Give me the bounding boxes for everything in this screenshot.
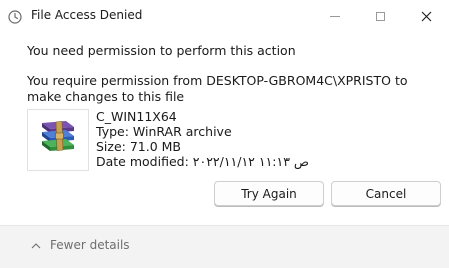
file-details: C_WIN11X64 Type: WinRAR archive Size: 71… <box>96 109 309 169</box>
dialog-body: You need permission to perform this acti… <box>0 32 449 225</box>
fewer-details-label: Fewer details <box>50 238 130 252</box>
file-name: C_WIN11X64 <box>96 109 177 124</box>
file-type: Type: WinRAR archive <box>96 124 232 139</box>
dialog-message: You require permission from DESKTOP-GBRO… <box>27 73 408 104</box>
dialog-headline: You need permission to perform this acti… <box>27 43 296 58</box>
clock-icon <box>8 9 22 24</box>
close-button[interactable] <box>403 0 449 32</box>
maximize-icon <box>375 11 385 21</box>
file-date-modified: Date modified: ۲۰۲۲/۱۱/۱۲ ص ۱۱:۱۳ <box>96 154 310 169</box>
file-thumbnail <box>27 109 89 171</box>
minimize-button[interactable] <box>312 0 358 32</box>
chevron-up-icon <box>31 238 50 252</box>
minimize-icon <box>330 15 340 17</box>
try-again-button[interactable]: Try Again <box>214 181 324 206</box>
file-size: Size: 71.0 MB <box>96 139 182 154</box>
dialog-footer: Fewer details <box>0 225 449 268</box>
window-title: File Access Denied <box>31 8 143 22</box>
cancel-button[interactable]: Cancel <box>331 181 441 206</box>
maximize-button[interactable] <box>357 0 403 32</box>
winrar-archive-icon <box>36 119 80 161</box>
fewer-details-toggle[interactable]: Fewer details <box>31 238 130 252</box>
close-icon <box>421 11 432 22</box>
title-bar: File Access Denied <box>0 0 449 32</box>
